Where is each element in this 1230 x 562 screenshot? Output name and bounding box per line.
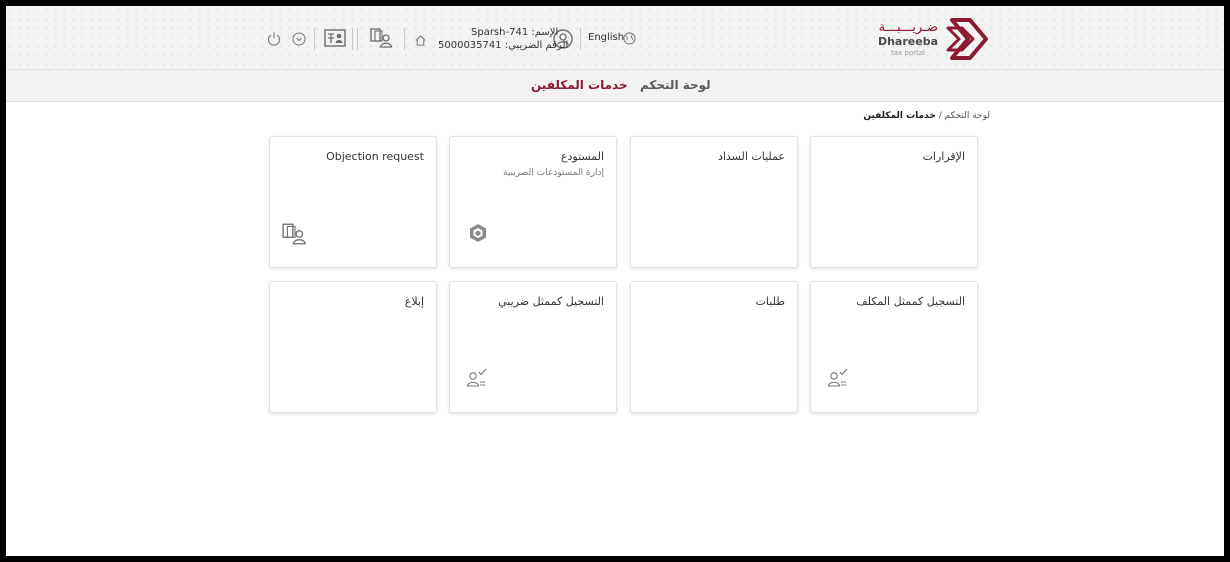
breadcrumb-current: خدمات المكلفين — [863, 111, 936, 121]
warehouse-cube-icon — [470, 224, 486, 242]
tab-taxpayer-services[interactable]: خدمات المكلفين — [531, 78, 628, 92]
service-card-objection-request[interactable]: Objection request — [269, 136, 437, 268]
divider — [352, 28, 353, 50]
card-subtitle: إدارة المستودعات الضريبية — [503, 168, 604, 178]
main-nav: لوحة التحكم خدمات المكلفين — [6, 70, 1224, 102]
service-card-returns[interactable]: الإقرارات — [810, 136, 978, 268]
breadcrumb: لوحة التحكم / خدمات المكلفين — [863, 111, 990, 121]
switch-account-icon[interactable] — [370, 28, 394, 48]
logo-subtitle: tax portal — [891, 49, 925, 57]
user-name: الإسم: Sparsh-741 — [471, 27, 559, 38]
home-icon[interactable] — [414, 34, 427, 47]
power-icon[interactable] — [267, 31, 281, 46]
breadcrumb-separator: / — [938, 111, 942, 121]
service-card-payments[interactable]: عمليات السداد — [630, 136, 798, 268]
logo-arabic-text: ضـريـــبـــة — [878, 20, 938, 35]
service-card-taxpayer-representative[interactable]: التسجيل كممثل المكلف — [810, 281, 978, 413]
logo-english-text: Dhareeba — [877, 35, 938, 48]
breadcrumb-root[interactable]: لوحة التحكم — [945, 111, 990, 121]
divider — [357, 28, 358, 50]
card-title: عمليات السداد — [717, 150, 785, 163]
globe-icon[interactable] — [623, 32, 636, 45]
tab-dashboard[interactable]: لوحة التحكم — [640, 78, 711, 92]
divider — [314, 28, 315, 50]
divider — [404, 28, 405, 50]
user-check-icon — [827, 368, 848, 387]
switch-account-icon — [282, 223, 307, 245]
dhareeba-logo[interactable]: ضـريـــبـــة Dhareeba tax portal — [877, 16, 990, 62]
divider — [580, 28, 581, 50]
service-card-report[interactable]: إبلاغ — [269, 281, 437, 413]
service-card-warehouse[interactable]: المستودع إدارة المستودعات الضريبية — [449, 136, 617, 268]
user-tax-number: الرقم الضريبي: 5000035741 — [438, 40, 569, 51]
logo-mark-icon — [946, 18, 988, 60]
app-frame: ضـريـــبـــة Dhareeba tax portal English… — [6, 6, 1224, 556]
card-title: طلبات — [755, 295, 785, 308]
chevron-down-icon[interactable] — [292, 32, 306, 46]
card-title: الإقرارات — [922, 150, 965, 163]
card-title: التسجيل كممثل ضريبي — [498, 295, 604, 308]
card-title: المستودع — [560, 150, 604, 163]
card-title: التسجيل كممثل المكلف — [856, 295, 965, 308]
card-title: Objection request — [326, 150, 424, 163]
user-check-icon — [466, 368, 487, 387]
service-card-tax-representative[interactable]: التسجيل كممثل ضريبي — [449, 281, 617, 413]
card-title: إبلاغ — [404, 295, 424, 308]
top-header: ضـريـــبـــة Dhareeba tax portal English… — [6, 6, 1224, 70]
id-card-icon[interactable] — [324, 28, 346, 48]
service-card-requests[interactable]: طلبات — [630, 281, 798, 413]
language-switch[interactable]: English — [588, 32, 624, 43]
